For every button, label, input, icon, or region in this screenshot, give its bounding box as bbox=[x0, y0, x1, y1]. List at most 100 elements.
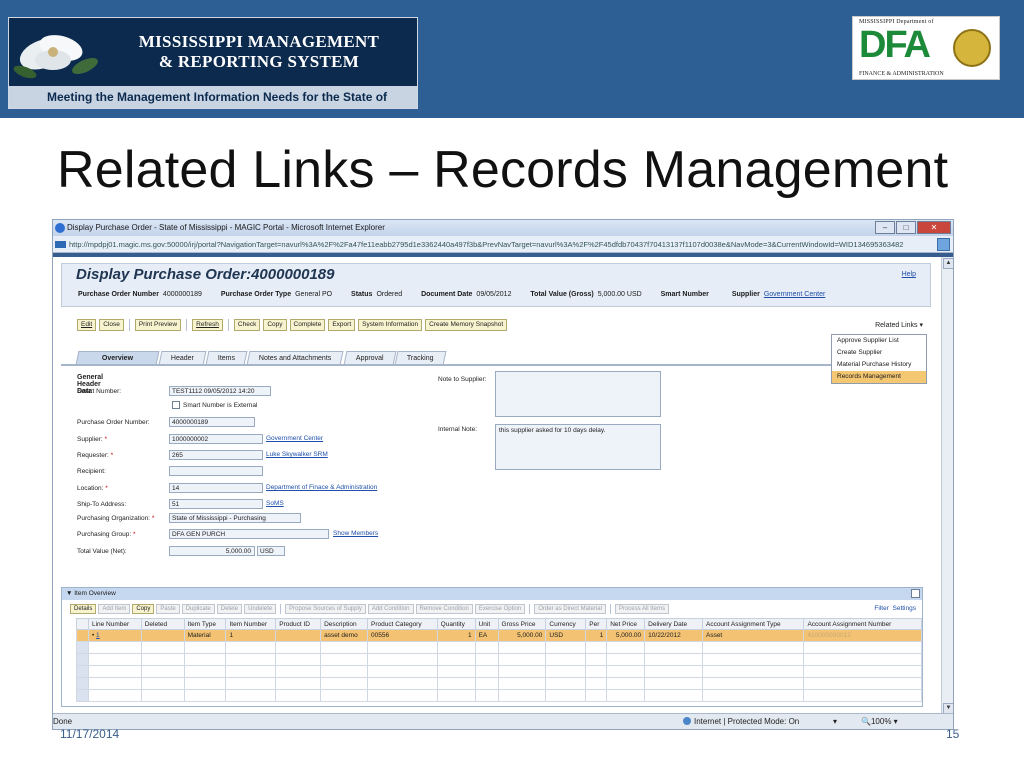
close-doc-button[interactable]: Close bbox=[99, 319, 124, 331]
column-header[interactable]: Currency bbox=[545, 618, 587, 630]
tab-approval[interactable]: Approval bbox=[343, 351, 396, 365]
create-memory-snapshot-button[interactable]: Create Memory Snapshot bbox=[425, 319, 508, 331]
column-header[interactable]: Unit bbox=[474, 618, 499, 630]
order-direct-material-button[interactable]: Order as Direct Material bbox=[534, 604, 606, 614]
recipient-field[interactable] bbox=[169, 466, 263, 476]
paste-button[interactable]: Paste bbox=[156, 604, 180, 614]
column-header[interactable]: Account Assignment Type bbox=[701, 618, 805, 630]
table-row[interactable] bbox=[76, 641, 922, 654]
column-header[interactable]: Item Type bbox=[183, 618, 227, 630]
undelete-button[interactable]: Undelete bbox=[244, 604, 277, 614]
minimize-icon[interactable] bbox=[911, 589, 920, 598]
scroll-up-icon[interactable]: ▲ bbox=[943, 258, 953, 269]
export-button[interactable]: Export bbox=[328, 319, 356, 331]
close-button[interactable]: ✕ bbox=[917, 221, 951, 234]
document-header: Display Purchase Order:4000000189 Help P… bbox=[61, 263, 931, 307]
column-header[interactable]: Description bbox=[320, 618, 369, 630]
menu-item-approve-supplier-list[interactable]: Approve Supplier List bbox=[832, 335, 926, 347]
smart-number-header-label: Smart Number bbox=[660, 291, 709, 298]
purch-group-field[interactable]: DFA GEN PURCH bbox=[169, 529, 329, 539]
total-net-field[interactable]: 5,000.00 bbox=[169, 546, 255, 556]
details-button[interactable]: Details bbox=[70, 604, 97, 614]
copy-button[interactable]: Copy bbox=[263, 319, 287, 331]
menu-item-material-purchase-history[interactable]: Material Purchase History bbox=[832, 359, 926, 371]
requester-field[interactable]: 265 bbox=[169, 450, 263, 460]
po-number-field[interactable]: 4000000189 bbox=[169, 417, 255, 427]
column-header[interactable]: Product Category bbox=[367, 618, 438, 630]
select-all-cell[interactable] bbox=[76, 618, 89, 630]
column-header[interactable]: Per bbox=[585, 618, 608, 630]
show-members-link[interactable]: Show Members bbox=[333, 530, 378, 537]
tab-items[interactable]: Items bbox=[205, 351, 248, 365]
zoom-control[interactable]: 🔍100% ▾ bbox=[861, 714, 898, 729]
line-number-link[interactable]: 1 bbox=[96, 632, 100, 639]
total-currency-field[interactable]: USD bbox=[257, 546, 285, 556]
shipto-link[interactable]: SoMS bbox=[266, 500, 284, 507]
tab-notes-and-attachments[interactable]: Notes and Attachments bbox=[246, 351, 345, 365]
table-row[interactable] bbox=[76, 689, 922, 702]
smart-external-checkbox[interactable] bbox=[172, 401, 180, 409]
column-header[interactable]: Net Price bbox=[606, 618, 646, 630]
duplicate-button[interactable]: Duplicate bbox=[181, 604, 215, 614]
add-condition-button[interactable]: Add Condition bbox=[367, 604, 414, 614]
smart-number-field[interactable]: TEST1112 09/05/2012 14:20 bbox=[169, 386, 271, 396]
exercise-option-button[interactable]: Exercise Option bbox=[474, 604, 526, 614]
settings-link[interactable]: Settings bbox=[893, 605, 917, 612]
location-link[interactable]: Department of Finace & Administration bbox=[266, 484, 377, 491]
protected-mode-dropdown[interactable]: ▾ bbox=[833, 714, 837, 729]
supplier-label: Supplier: * bbox=[77, 436, 107, 443]
menu-item-records-management[interactable]: Records Management bbox=[832, 371, 926, 383]
minimize-button[interactable]: – bbox=[875, 221, 895, 234]
table-row[interactable] bbox=[76, 665, 922, 678]
tab-tracking[interactable]: Tracking bbox=[394, 351, 447, 365]
column-header[interactable]: Deleted bbox=[140, 618, 185, 630]
purch-org-field[interactable]: State of Mississippi - Purchasing bbox=[169, 513, 301, 523]
table-row[interactable]: • 1 Material 1 asset demo 00556 1 EA 5,0… bbox=[76, 629, 922, 642]
vertical-scrollbar[interactable]: ▲ ▼ bbox=[941, 257, 953, 715]
refresh-button[interactable]: Refresh bbox=[192, 319, 223, 331]
table-row[interactable] bbox=[76, 677, 922, 690]
tab-overview[interactable]: Overview bbox=[75, 351, 160, 365]
shipto-field[interactable]: 51 bbox=[169, 499, 263, 509]
complete-button[interactable]: Complete bbox=[289, 319, 326, 331]
supplier-field[interactable]: 1000000002 bbox=[169, 434, 263, 444]
note-supplier-textarea[interactable] bbox=[495, 371, 661, 417]
column-header[interactable]: Product ID bbox=[275, 618, 322, 630]
help-link[interactable]: Help bbox=[902, 271, 916, 278]
column-header[interactable]: Line Number bbox=[87, 618, 142, 630]
propose-sources-button[interactable]: Propose Sources of Supply bbox=[285, 604, 366, 614]
internal-note-textarea[interactable]: this supplier asked for 10 days delay. bbox=[495, 424, 661, 470]
column-header[interactable]: Quantity bbox=[436, 618, 476, 630]
item-overview-header[interactable]: ▼ Item Overview bbox=[62, 588, 922, 600]
line-number-cell[interactable]: • 1 bbox=[87, 629, 142, 642]
print-preview-button[interactable]: Print Preview bbox=[134, 319, 182, 331]
row-selector[interactable] bbox=[76, 629, 89, 642]
menu-item-create-supplier[interactable]: Create Supplier bbox=[832, 347, 926, 359]
filter-link[interactable]: Filter bbox=[874, 605, 888, 612]
maximize-button[interactable]: □ bbox=[896, 221, 916, 234]
tab-header[interactable]: Header bbox=[158, 351, 207, 365]
check-button[interactable]: Check bbox=[233, 319, 261, 331]
column-header[interactable]: Item Number bbox=[225, 618, 277, 630]
system-information-button[interactable]: System Information bbox=[358, 319, 423, 331]
column-header[interactable]: Gross Price bbox=[497, 618, 547, 630]
process-all-items-button[interactable]: Process All Items bbox=[614, 604, 669, 614]
column-header[interactable]: Account Assignment Number bbox=[803, 618, 922, 630]
address-bar[interactable]: http://mpdpj01.magic.ms.gov:50000/irj/po… bbox=[53, 236, 953, 253]
deleted-cell bbox=[140, 629, 185, 642]
related-links-button[interactable]: Related Links ▾ bbox=[875, 321, 923, 329]
security-zone[interactable]: Internet | Protected Mode: On bbox=[683, 714, 799, 729]
go-icon[interactable] bbox=[937, 238, 950, 251]
column-header[interactable]: Delivery Date bbox=[644, 618, 703, 630]
requester-link[interactable]: Luke Skywalker SRM bbox=[266, 451, 328, 458]
supplier-header-link[interactable]: Government Center bbox=[764, 291, 825, 298]
add-item-button[interactable]: Add Item bbox=[98, 604, 131, 614]
copy-item-button[interactable]: Copy bbox=[132, 604, 155, 614]
delete-button[interactable]: Delete bbox=[216, 604, 243, 614]
edit-button[interactable]: Edit bbox=[77, 319, 97, 331]
location-field[interactable]: 14 bbox=[169, 483, 263, 493]
table-row[interactable] bbox=[76, 653, 922, 666]
supplier-link[interactable]: Government Center bbox=[266, 435, 323, 442]
dfa-logo: MISSISSIPPI Department of DFA FINANCE & … bbox=[852, 16, 1000, 80]
remove-condition-button[interactable]: Remove Condition bbox=[415, 604, 473, 614]
